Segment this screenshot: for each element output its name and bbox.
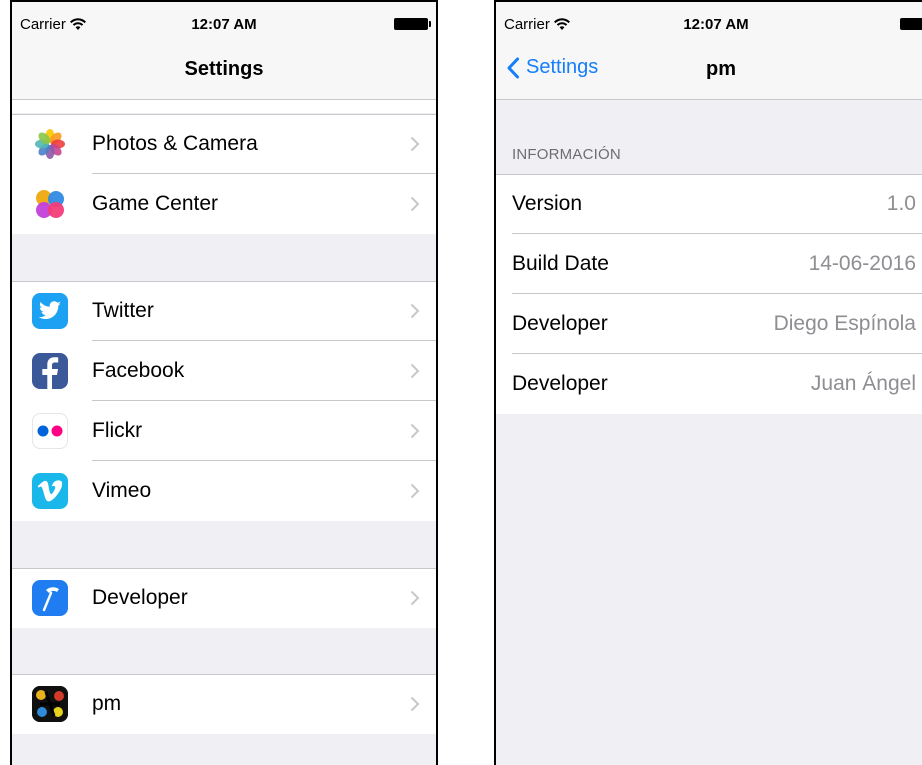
settings-item-pm[interactable]: pm	[12, 674, 436, 734]
info-row-developer-1: Developer Diego Espínola	[496, 294, 922, 354]
developer-hammer-icon	[32, 580, 68, 616]
settings-group-developer: Developer	[12, 568, 436, 628]
chevron-right-icon	[410, 590, 420, 606]
settings-item-developer[interactable]: Developer	[12, 568, 436, 628]
flickr-icon	[32, 413, 68, 449]
settings-item-facebook[interactable]: Facebook	[12, 341, 436, 401]
settings-item-game-center[interactable]: Game Center	[12, 174, 436, 234]
pm-settings-detail-screen: Carrier 12:07 AM Settings pm INFORMACIÓN	[494, 0, 922, 765]
vimeo-icon	[32, 473, 68, 509]
back-button-label: Settings	[526, 56, 599, 78]
settings-item-label: pm	[92, 692, 122, 715]
navigation-bar: Settings pm	[496, 42, 922, 100]
status-time: 12:07 AM	[683, 16, 749, 33]
info-key: Build Date	[512, 252, 609, 275]
chevron-left-icon	[507, 57, 519, 78]
settings-item-label: Facebook	[92, 359, 185, 382]
settings-group-social: Twitter Facebook Flickr Vimeo	[12, 281, 436, 521]
info-key: Developer	[512, 312, 608, 335]
battery-icon	[900, 18, 922, 30]
settings-item-label: Twitter	[92, 299, 154, 322]
top-bar: Carrier 12:07 AM Settings pm	[496, 2, 922, 100]
page-title: pm	[706, 58, 736, 80]
pm-app-icon	[32, 686, 68, 722]
info-row-build-date: Build Date 14-06-2016	[496, 234, 922, 294]
info-value: Diego Espínola	[773, 312, 916, 335]
top-bar: Carrier 12:07 AM Settings	[12, 2, 436, 100]
info-key: Version	[512, 192, 583, 215]
settings-group-apps: pm	[12, 674, 436, 734]
facebook-icon	[32, 353, 68, 389]
page-title: Settings	[184, 58, 264, 80]
settings-item-label: Developer	[92, 586, 188, 609]
chevron-right-icon	[410, 303, 420, 319]
scroll-edge	[12, 100, 436, 113]
navigation-bar: Settings	[12, 42, 436, 100]
settings-item-label: Photos & Camera	[92, 132, 258, 155]
twitter-icon	[32, 293, 68, 329]
info-value: 14-06-2016	[808, 252, 916, 275]
info-value: 1.0	[886, 192, 916, 215]
info-row-developer-2: Developer Juan Ángel	[496, 354, 922, 414]
status-bar: Carrier 12:07 AM	[496, 2, 922, 42]
chevron-right-icon	[410, 423, 420, 439]
info-value: Juan Ángel	[810, 372, 916, 395]
settings-item-label: Vimeo	[92, 479, 152, 502]
game-center-icon	[32, 186, 68, 222]
battery-icon	[394, 18, 431, 30]
section-header: INFORMACIÓN	[512, 146, 621, 163]
settings-item-twitter[interactable]: Twitter	[12, 281, 436, 341]
status-time: 12:07 AM	[191, 16, 257, 33]
info-table: Version 1.0 Build Date 14-06-2016 Develo…	[496, 174, 922, 414]
chevron-right-icon	[410, 483, 420, 499]
back-button[interactable]: Settings	[506, 56, 598, 79]
settings-item-flickr[interactable]: Flickr	[12, 401, 436, 461]
settings-item-label: Game Center	[92, 192, 219, 215]
photos-icon	[32, 126, 68, 162]
status-bar: Carrier 12:07 AM	[12, 2, 436, 42]
settings-item-photos-camera[interactable]: Photos & Camera	[12, 114, 436, 174]
settings-item-vimeo[interactable]: Vimeo	[12, 461, 436, 521]
settings-item-label: Flickr	[92, 419, 143, 442]
settings-group-system: Photos & Camera Game Center	[12, 114, 436, 234]
chevron-right-icon	[410, 196, 420, 212]
chevron-right-icon	[410, 696, 420, 712]
info-key: Developer	[512, 372, 608, 395]
info-row-version: Version 1.0	[496, 174, 922, 234]
chevron-right-icon	[410, 363, 420, 379]
settings-screen: Carrier 12:07 AM Settings Photos & Camer…	[10, 0, 438, 765]
chevron-right-icon	[410, 136, 420, 152]
